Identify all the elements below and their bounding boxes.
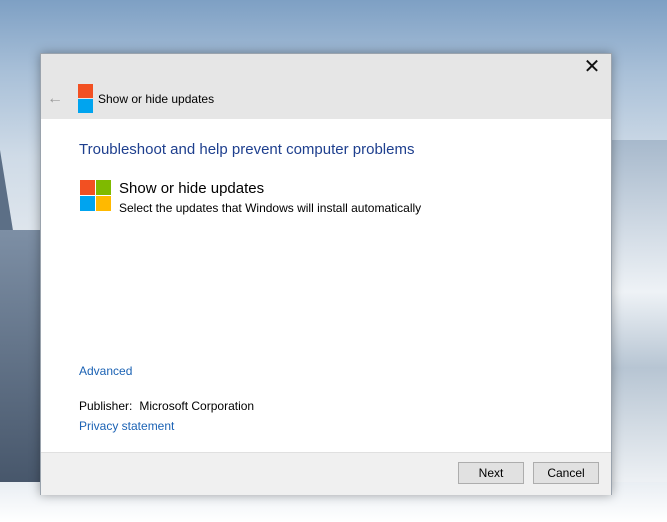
privacy-statement-link[interactable]: Privacy statement	[79, 419, 174, 433]
troubleshooter-title: Show or hide updates	[119, 180, 265, 197]
content-area: Troubleshoot and help prevent computer p…	[41, 119, 611, 452]
title-bar: ✕ ← Show or hide updates	[41, 54, 611, 119]
troubleshooter-description: Select the updates that Windows will ins…	[119, 201, 422, 215]
background-mountain-shadow	[0, 230, 40, 522]
publisher-value: Microsoft Corporation	[139, 399, 255, 413]
back-arrow-icon[interactable]: ←	[46, 90, 64, 108]
windows-logo-icon	[80, 180, 111, 211]
troubleshooter-window: ✕ ← Show or hide updates Troubleshoot an…	[40, 53, 612, 495]
publisher-row: Publisher: Microsoft Corporation	[79, 399, 254, 413]
background-mountain-right	[607, 140, 667, 520]
next-button[interactable]: Next	[458, 462, 524, 484]
windows-logo-icon	[78, 84, 93, 113]
page-heading: Troubleshoot and help prevent computer p…	[79, 141, 415, 158]
button-footer: Next Cancel	[41, 452, 611, 495]
publisher-label: Publisher:	[79, 399, 133, 413]
cancel-button[interactable]: Cancel	[533, 462, 599, 484]
advanced-link[interactable]: Advanced	[79, 364, 132, 378]
close-icon[interactable]: ✕	[579, 56, 605, 78]
window-title: Show or hide updates	[98, 92, 215, 106]
